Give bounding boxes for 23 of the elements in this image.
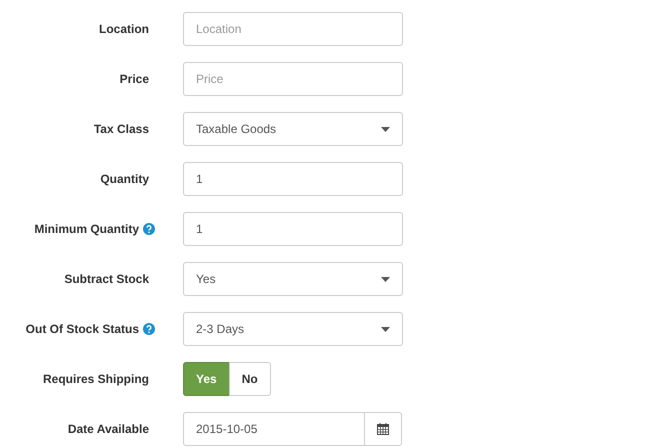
text-field[interactable]: 1: [183, 162, 403, 196]
field-label: Minimum Quantity: [34, 221, 139, 238]
field-label: Price: [120, 71, 149, 88]
dropdown-caret-icon: [381, 126, 390, 132]
dropdown-caret-icon: [381, 326, 390, 332]
toggle-option[interactable]: No: [228, 362, 271, 396]
field-label: Subtract Stock: [64, 271, 149, 288]
date-field[interactable]: 2015-10-05: [183, 412, 365, 446]
text-field[interactable]: 1: [183, 212, 403, 246]
calendar-button[interactable]: [364, 412, 402, 446]
dropdown-field[interactable]: Yes: [183, 262, 403, 296]
field-label: Location: [99, 21, 149, 38]
field-label: Requires Shipping: [42, 371, 149, 388]
dropdown-field[interactable]: Taxable Goods: [183, 112, 403, 146]
dropdown-caret-icon: [381, 276, 390, 282]
field-label: Tax Class: [94, 121, 149, 138]
calendar-icon: [377, 423, 389, 435]
text-field[interactable]: Price: [183, 62, 403, 96]
dropdown-field[interactable]: 2-3 Days: [183, 312, 403, 346]
text-field[interactable]: Location: [183, 12, 403, 46]
field-label: Date Available: [68, 421, 149, 438]
field-label: Quantity: [100, 171, 149, 188]
field-label: Out Of Stock Status: [26, 321, 139, 338]
